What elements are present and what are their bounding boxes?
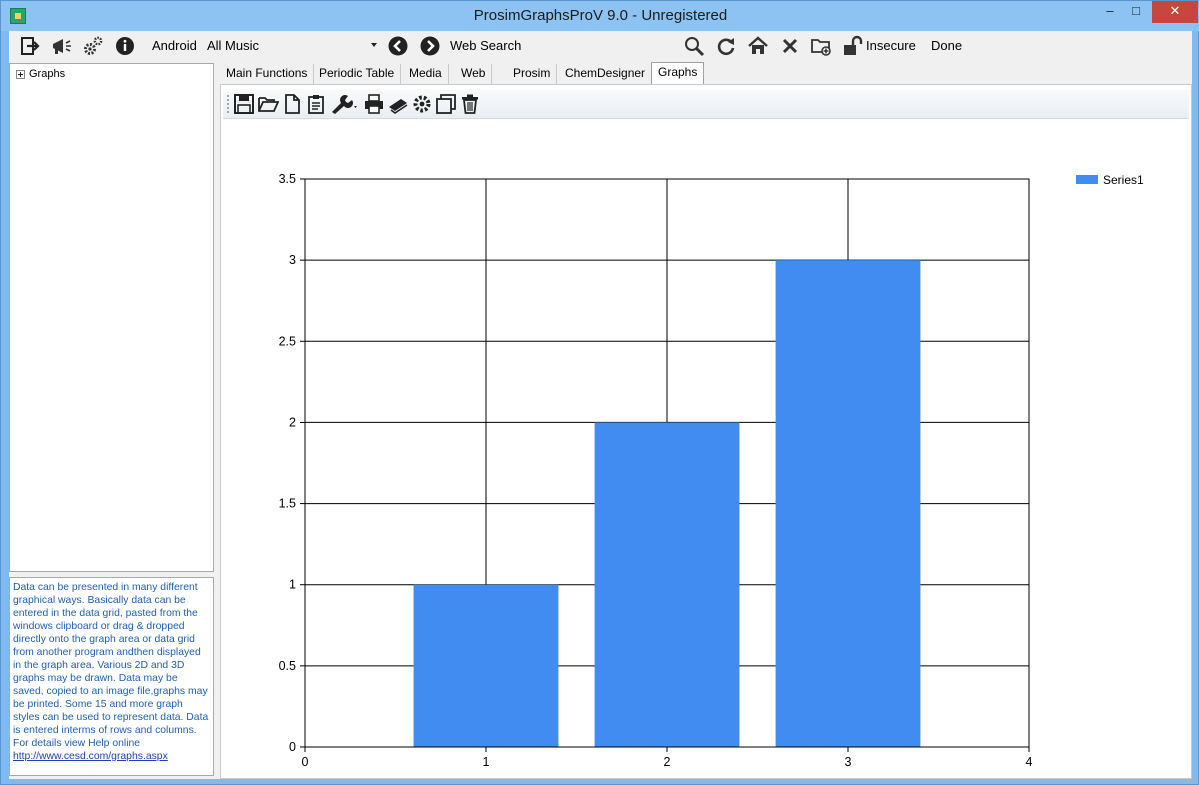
x-tick-label: 4 bbox=[1026, 755, 1033, 769]
y-tick-label: 0 bbox=[289, 740, 296, 754]
back-icon[interactable] bbox=[387, 35, 409, 57]
close-window-button[interactable]: ✕ bbox=[1152, 1, 1198, 23]
legend-swatch bbox=[1076, 175, 1098, 184]
y-tick-label: 2.5 bbox=[279, 334, 296, 348]
navigation-tree[interactable]: Graphs bbox=[9, 63, 214, 572]
main-toolbar: Android All Music Web Search Insecure Do… bbox=[9, 31, 1192, 62]
tab-main-functions[interactable]: Main Functions bbox=[220, 64, 315, 85]
android-label[interactable]: Android bbox=[152, 38, 197, 53]
x-tick-label: 0 bbox=[302, 755, 309, 769]
expand-icon[interactable] bbox=[16, 69, 25, 79]
maximize-button[interactable]: □ bbox=[1122, 1, 1150, 23]
window-title: ProsimGraphsProV 9.0 - Unregistered bbox=[473, 7, 728, 24]
y-tick-label: 2 bbox=[289, 415, 296, 429]
x-tick-label: 2 bbox=[664, 755, 671, 769]
bar bbox=[413, 584, 559, 747]
megaphone-icon[interactable] bbox=[50, 35, 72, 57]
close-icon[interactable] bbox=[779, 35, 801, 57]
tab-media[interactable]: Media bbox=[403, 64, 449, 85]
tab-graphs[interactable]: Graphs bbox=[651, 62, 705, 85]
x-tick-label: 3 bbox=[845, 755, 852, 769]
y-tick-label: 3 bbox=[289, 253, 296, 267]
tab-periodic-table[interactable]: Periodic Table bbox=[313, 64, 402, 85]
lock-icon[interactable] bbox=[841, 35, 863, 57]
bar bbox=[594, 422, 740, 747]
y-tick-label: 0.5 bbox=[279, 659, 296, 673]
minimize-button[interactable]: – bbox=[1096, 1, 1124, 23]
tab-prosim[interactable]: Prosim bbox=[507, 64, 558, 85]
tab-chemdesigner[interactable]: ChemDesigner bbox=[559, 64, 653, 85]
y-tick-label: 1 bbox=[289, 578, 296, 592]
graphs-panel: 0 0.5 1 1.5 2 2.5 3 3.5 0 1 2 3 4 Series1 bbox=[220, 84, 1192, 779]
gears-icon[interactable] bbox=[82, 35, 104, 57]
y-tick-label: 1.5 bbox=[279, 497, 296, 511]
home-icon[interactable] bbox=[747, 35, 769, 57]
title-bar[interactable]: ProsimGraphsProV 9.0 - Unregistered – □ … bbox=[1, 1, 1199, 31]
search-icon[interactable] bbox=[683, 35, 705, 57]
refresh-icon[interactable] bbox=[715, 35, 737, 57]
chevron-down-icon[interactable] bbox=[371, 43, 377, 47]
load-status-label: Done bbox=[931, 38, 963, 53]
app-window: ProsimGraphsProV 9.0 - Unregistered – □ … bbox=[0, 0, 1199, 785]
tree-item-label: Graphs bbox=[29, 68, 66, 80]
music-category-value: All Music bbox=[207, 38, 260, 53]
security-status-label: Insecure bbox=[866, 38, 916, 53]
legend-label: Series1 bbox=[1103, 173, 1144, 187]
tree-item-graphs[interactable]: Graphs bbox=[16, 68, 65, 80]
bar bbox=[775, 260, 921, 747]
x-tick-label: 1 bbox=[483, 755, 490, 769]
web-search-label[interactable]: Web Search bbox=[450, 38, 521, 53]
new-folder-icon[interactable] bbox=[810, 35, 832, 57]
exit-icon[interactable] bbox=[19, 35, 41, 57]
forward-icon[interactable] bbox=[419, 35, 441, 57]
help-link[interactable]: http://www.cesd.com/graphs.aspx bbox=[13, 750, 210, 763]
tab-web[interactable]: Web bbox=[455, 64, 493, 85]
description-text: Data can be presented in many different … bbox=[13, 582, 209, 749]
info-icon[interactable] bbox=[114, 35, 136, 57]
description-panel: Data can be presented in many different … bbox=[9, 577, 214, 776]
y-tick-label: 3.5 bbox=[279, 172, 296, 186]
client-area: Android All Music Web Search Insecure Do… bbox=[9, 31, 1192, 779]
bar-chart[interactable]: 0 0.5 1 1.5 2 2.5 3 3.5 0 1 2 3 4 Series1 bbox=[221, 85, 1191, 778]
tab-strip: Main Functions Periodic Table Media Web … bbox=[220, 62, 1192, 85]
music-category-select[interactable]: All Music bbox=[203, 36, 379, 56]
